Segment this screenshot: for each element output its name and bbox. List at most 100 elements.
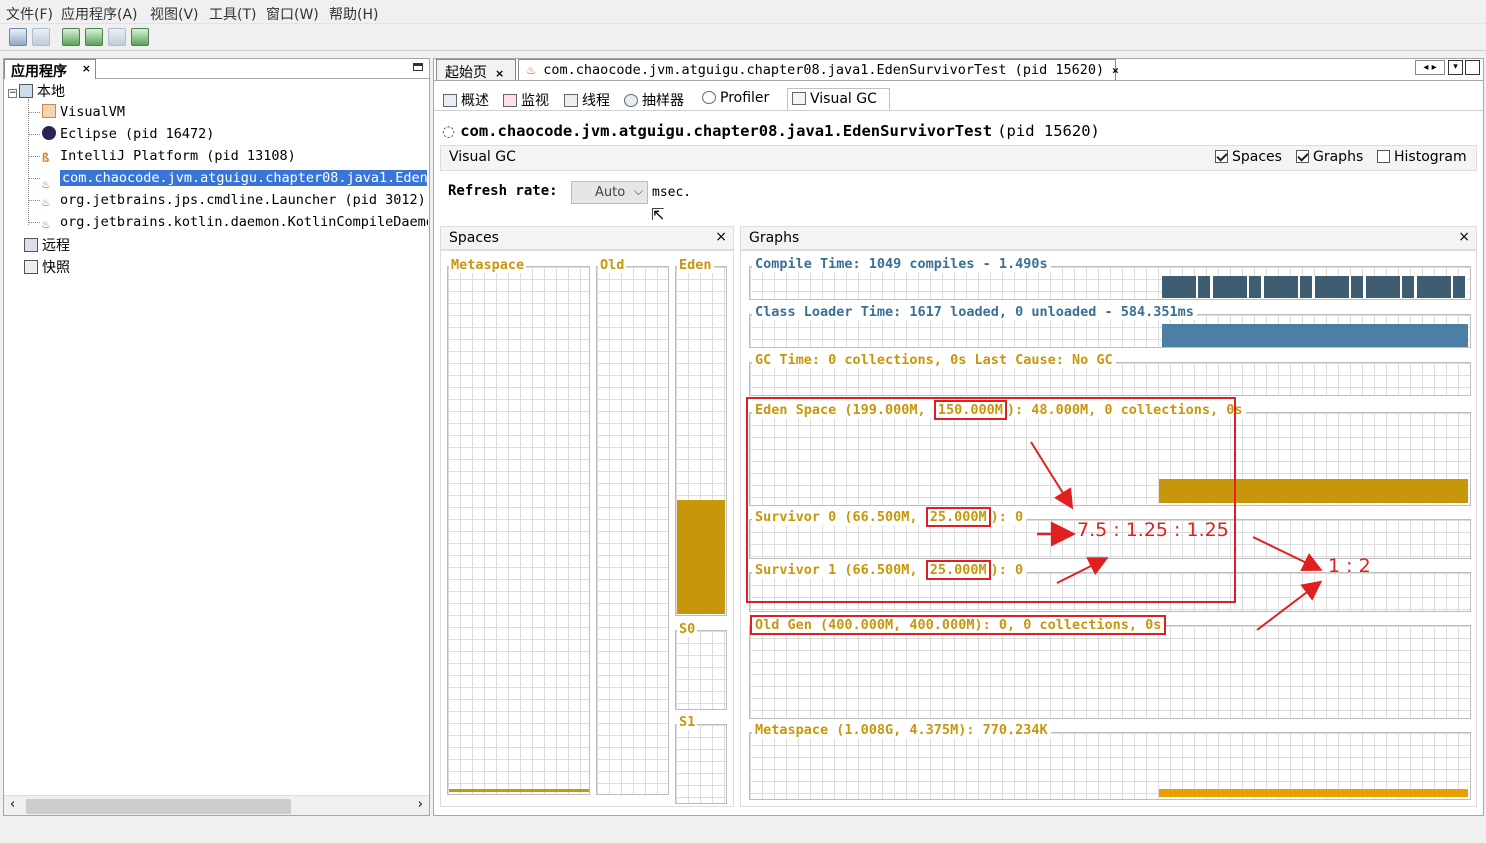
tab-scroll-icon[interactable]: ◂ ▸ <box>1415 60 1445 75</box>
menu-window[interactable]: 窗口(W) <box>266 4 319 24</box>
tree-node-local[interactable]: − 本地 <box>8 81 65 101</box>
checkbox-checked-icon <box>1215 150 1228 163</box>
add-jmx-icon[interactable] <box>85 28 103 46</box>
page-title-pid: (pid 15620) <box>997 122 1100 140</box>
visual-gc-icon <box>792 92 806 105</box>
metaspace-space <box>447 266 590 795</box>
menu-bar: 文件(F) 应用程序(A) 视图(V) 工具(T) 窗口(W) 帮助(H) <box>0 0 1486 24</box>
tab-visual-gc[interactable]: Visual GC <box>787 88 890 110</box>
gc-time-label: GC Time: 0 collections, 0s Last Cause: N… <box>752 352 1116 368</box>
spaces-checkbox-label: Spaces <box>1232 149 1282 165</box>
tab-list-icon[interactable]: ▾ <box>1448 60 1463 75</box>
close-icon[interactable]: × <box>82 62 91 75</box>
tree-node-snapshot[interactable]: 快照 <box>24 257 70 277</box>
computer-icon <box>19 84 33 98</box>
close-icon[interactable]: × <box>495 67 504 80</box>
monitor-icon <box>503 94 517 107</box>
tab-process[interactable]: ♨ com.chaocode.jvm.atguigu.chapter08.jav… <box>518 59 1119 81</box>
close-icon[interactable]: × <box>1458 229 1470 245</box>
tree-guide <box>28 99 29 225</box>
s0-label: S0 <box>677 621 698 637</box>
tab-threads[interactable]: 线程 <box>560 88 614 110</box>
checkbox-checked-icon <box>1296 150 1309 163</box>
refresh-rate-unit: msec. <box>652 185 692 200</box>
s1-label: S1 <box>677 714 698 730</box>
menu-application[interactable]: 应用程序(A) <box>61 4 138 24</box>
young-old-ratio-annotation: 1 : 2 <box>1328 555 1371 577</box>
java-icon: ♨ <box>42 195 50 210</box>
histogram-checkbox-label: Histogram <box>1394 149 1467 165</box>
tab-monitor[interactable]: 监视 <box>499 88 553 110</box>
metaspace-graph-label: Metaspace (1.008G, 4.375M): 770.234K <box>752 722 1051 738</box>
divider <box>96 78 429 79</box>
horizontal-scrollbar[interactable]: ‹ › <box>4 795 429 815</box>
young-gen-ratio-annotation: 7.5 : 1.25 : 1.25 <box>1077 519 1229 541</box>
visual-gc-bar: Visual GC Spaces Graphs Histogram <box>440 145 1477 171</box>
tab-sampler[interactable]: 抽样器 <box>620 88 688 110</box>
spaces-checkbox[interactable]: Spaces <box>1215 149 1282 165</box>
tree-node-remote[interactable]: 远程 <box>24 235 70 255</box>
tree-item-eclipse[interactable]: Eclipse (pid 16472) <box>42 126 214 142</box>
visual-gc-label: Visual GC <box>449 149 516 165</box>
close-icon[interactable]: × <box>1112 64 1119 77</box>
add-host-icon[interactable] <box>62 28 80 46</box>
tree-item-jps-launcher[interactable]: ♨ org.jetbrains.jps.cmdline.Launcher (pid… <box>42 192 426 210</box>
scroll-left-icon[interactable]: ‹ <box>10 797 15 812</box>
old-label: Old <box>598 257 627 273</box>
tab-profiler[interactable]: Profiler <box>698 88 773 110</box>
eden-fill <box>677 500 725 614</box>
tab-overview[interactable]: 概述 <box>439 88 493 110</box>
spaces-panel: Metaspace Old Eden S0 S1 <box>440 250 734 807</box>
sampler-icon <box>624 94 638 107</box>
graphs-panel: Compile Time: 1049 compiles - 1.490s Cla… <box>740 250 1477 807</box>
close-icon[interactable]: × <box>715 229 727 245</box>
refresh-rate-value: Auto <box>595 185 626 200</box>
eden-label: Eden <box>677 257 714 273</box>
tab-start-page-label: 起始页 <box>445 65 487 81</box>
menu-help[interactable]: 帮助(H) <box>329 4 378 24</box>
minimize-icon[interactable] <box>413 63 423 71</box>
tree-guide <box>28 178 40 179</box>
save-icon[interactable] <box>32 28 50 46</box>
page-title: ◌ com.chaocode.jvm.atguigu.chapter08.jav… <box>442 121 1100 140</box>
tree-item-intellij[interactable]: ß IntelliJ Platform (pid 13108) <box>42 148 296 165</box>
old-space <box>596 266 669 795</box>
toolbar <box>0 25 1486 51</box>
scroll-thumb[interactable] <box>26 799 291 814</box>
snapshot-icon <box>24 260 38 274</box>
class-loader-series <box>1162 324 1468 347</box>
menu-view[interactable]: 视图(V) <box>150 4 199 24</box>
page-title-text: com.chaocode.jvm.atguigu.chapter08.java1… <box>460 122 993 140</box>
tree-item-kotlin-daemon[interactable]: ♨ org.jetbrains.kotlin.daemon.KotlinCompi… <box>42 214 428 231</box>
graphs-checkbox[interactable]: Graphs <box>1296 149 1363 165</box>
collapse-icon[interactable]: − <box>8 89 17 98</box>
tree-item-label: org.jetbrains.kotlin.daemon.KotlinCompil… <box>60 214 428 230</box>
tab-applications[interactable]: 应用程序 × <box>4 59 96 80</box>
overview-icon <box>443 94 457 107</box>
load-snapshot-icon[interactable] <box>131 28 149 46</box>
java-icon: ♨ <box>42 217 50 231</box>
s1-space <box>675 724 727 804</box>
tab-profiler-label: Profiler <box>720 90 770 106</box>
tree-node-snapshot-label: 快照 <box>42 260 70 276</box>
tree-item-edensurvivortest[interactable]: ♨ com.chaocode.jvm.atguigu.chapter08.java… <box>42 170 427 192</box>
eclipse-icon <box>42 126 56 140</box>
refresh-rate-select[interactable]: Auto ⌵ <box>571 181 648 204</box>
menu-tools[interactable]: 工具(T) <box>209 4 256 24</box>
chevron-down-icon: ⌵ <box>633 184 643 198</box>
open-icon[interactable] <box>9 28 27 46</box>
checkbox-unchecked-icon <box>1377 150 1390 163</box>
tree-guide <box>28 134 40 135</box>
tab-process-label: com.chaocode.jvm.atguigu.chapter08.java1… <box>543 62 1105 78</box>
histogram-checkbox[interactable]: Histogram <box>1377 149 1467 165</box>
menu-file[interactable]: 文件(F) <box>6 4 53 24</box>
tree-item-visualvm[interactable]: VisualVM <box>42 104 125 120</box>
scroll-right-icon[interactable]: › <box>418 797 423 812</box>
tab-start-page[interactable]: 起始页 × <box>436 59 516 81</box>
graphs-panel-header: Graphs × <box>740 226 1477 250</box>
maximize-icon[interactable] <box>1465 60 1480 75</box>
visualvm-icon <box>42 104 56 118</box>
applications-panel: 应用程序 × − 本地 VisualVM Eclipse (pid 16472) … <box>3 58 430 816</box>
tree-item-label: com.chaocode.jvm.atguigu.chapter08.java1… <box>60 170 427 186</box>
add-snapshot-icon[interactable] <box>108 28 126 46</box>
